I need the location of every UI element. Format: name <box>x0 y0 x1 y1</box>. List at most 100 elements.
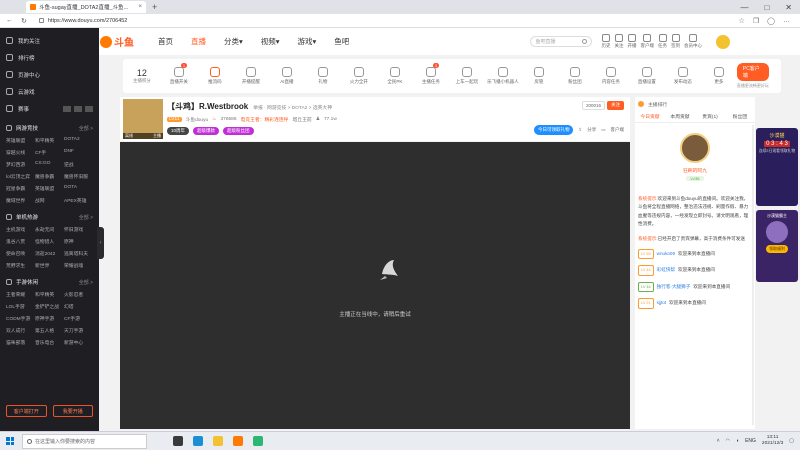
chat-tab[interactable]: 本周贡献 <box>665 111 695 122</box>
share-icon[interactable]: ⇪ <box>578 127 582 133</box>
browser-tab[interactable]: 斗鱼-sugay直播_DOTA2直播_斗鱼... × <box>26 1 146 13</box>
sidebar-category-link[interactable]: lol云顶之弈 <box>6 173 35 180</box>
explorer-icon[interactable] <box>213 436 223 446</box>
sidebar-category-link[interactable]: CF手游 <box>64 315 93 322</box>
back-icon[interactable]: ← <box>6 17 13 25</box>
toolbar-item[interactable]: 乐飞播小机器人 <box>485 67 521 85</box>
profile-icon[interactable]: ◯ <box>767 17 775 25</box>
task-view-icon[interactable] <box>173 436 183 446</box>
follow-button[interactable]: 关注 <box>607 101 624 110</box>
toolbar-item[interactable]: 全民PK <box>377 67 413 85</box>
sidebar-category-link[interactable]: 主机游戏 <box>6 226 35 233</box>
sidebar-collapse-button[interactable]: ‹ <box>97 227 104 259</box>
top-contributor-name[interactable]: 狂刷的阿九 <box>635 167 755 174</box>
refresh-icon[interactable]: ↻ <box>21 17 27 25</box>
chat-username[interactable]: 独行客·大腿狮子 <box>657 283 691 291</box>
sidebar-category-link[interactable]: 逃离塔科夫 <box>64 250 93 257</box>
share-button[interactable]: 分享 <box>587 127 596 133</box>
sidebar-item-cloudgame[interactable]: 云游戏 <box>6 83 93 100</box>
rank-label[interactable]: 主播排行 <box>648 101 667 108</box>
sidebar-category-link[interactable]: 新世界 <box>35 262 64 269</box>
sidebar-category-link[interactable]: CODM手游 <box>6 315 35 322</box>
maximize-button[interactable]: □ <box>764 3 769 12</box>
menu-icon[interactable]: … <box>783 17 790 25</box>
start-stream-button[interactable]: 我要开播 <box>52 405 93 417</box>
pc-client-promo[interactable]: PC客户端 直播更流畅更好玩 <box>736 63 769 89</box>
section-more-link[interactable]: 全部 > <box>79 279 93 286</box>
sidebar-category-link[interactable]: APEX英雄 <box>64 197 93 204</box>
chat-tab[interactable]: 贵宾(1) <box>695 111 725 122</box>
sidebar-category-link[interactable]: 魔域世界 <box>6 197 35 204</box>
sidebar-category-link[interactable]: LOL手游 <box>6 303 35 310</box>
language-indicator[interactable]: ENG <box>745 438 756 444</box>
nav-menu-item[interactable]: 分类▾ <box>224 36 243 47</box>
toolbar-item[interactable]: 房管 <box>521 67 557 85</box>
chat-scrollbar[interactable] <box>752 125 754 425</box>
url-field[interactable]: https://www.douyu.com/2706452 <box>38 18 127 24</box>
video-player[interactable]: 主播正在当线中，请稍后重试 <box>120 142 630 429</box>
taskbar-clock[interactable]: 13:11 2021/12/3 <box>762 435 783 447</box>
open-client-button[interactable]: 客户端打开 <box>6 405 47 417</box>
sidebar-section-title[interactable]: 手游休闲 全部 > <box>0 275 99 288</box>
header-icon-5[interactable]: 签到 <box>671 34 680 49</box>
tag-10th[interactable]: 10周年 <box>167 127 190 135</box>
sidebar-category-link[interactable]: 音乐电台 <box>35 339 64 346</box>
section-more-link[interactable]: 全部 > <box>79 214 93 221</box>
toolbar-item[interactable]: 直播设置 <box>629 67 665 85</box>
header-icon-4[interactable]: 任务 <box>658 34 667 49</box>
sidebar-category-link[interactable]: 英雄联盟 <box>35 185 64 192</box>
douyu-logo[interactable]: 斗鱼 <box>100 34 148 49</box>
sidebar-category-link[interactable]: 原神 <box>64 238 93 245</box>
chat-username[interactable]: sjjtot <box>657 299 666 307</box>
room-breadcrumb[interactable]: 举报 · 网游竞技 > DOTA2 > 选英大神 <box>253 104 332 111</box>
douyu-app-icon[interactable] <box>233 436 243 446</box>
sidebar-category-link[interactable]: 永劫无间 <box>35 226 64 233</box>
sidebar-category-link[interactable]: 鬼谷八荒 <box>6 238 35 245</box>
windows-start-icon[interactable] <box>6 437 14 445</box>
nav-menu-item[interactable]: 首页 <box>158 36 173 47</box>
anchor-name[interactable]: 斗鱼douyu <box>186 116 209 123</box>
app-icon[interactable] <box>253 436 263 446</box>
sidebar-category-link[interactable]: 王者荣耀 <box>6 291 35 298</box>
client-button[interactable]: 客户端 <box>611 127 625 133</box>
toolbar-item[interactable]: 开播提醒 <box>233 67 269 85</box>
sidebar-category-link[interactable]: 第五人格 <box>35 327 64 334</box>
sidebar-category-link[interactable]: 逆战 <box>64 161 93 168</box>
sidebar-section-title[interactable]: 网游竞技 全部 > <box>0 121 99 134</box>
sidebar-category-link[interactable]: DOTA <box>64 185 93 192</box>
promo-countdown[interactable]: 沙漠猫 0 3 : 4 3 连续5日观看领取礼物 <box>756 128 798 206</box>
section-more-link[interactable]: 全部 > <box>79 125 93 132</box>
sidebar-category-link[interactable]: 怀旧游戏 <box>64 226 93 233</box>
sidebar-category-link[interactable]: 怪物猎人 <box>35 238 64 245</box>
sidebar-category-link[interactable]: CS:GO <box>35 161 64 168</box>
header-icon-0[interactable]: 历史 <box>602 34 611 49</box>
close-window-button[interactable]: ✕ <box>785 3 792 12</box>
header-icon-1[interactable]: 关注 <box>615 34 624 49</box>
sidebar-item-follow[interactable]: 我的关注 <box>6 32 93 49</box>
header-icon-2[interactable]: 开播 <box>628 34 637 49</box>
sidebar-category-link[interactable]: 荣耀战魂 <box>64 262 93 269</box>
sidebar-item-webgame[interactable]: 页游中心 <box>6 66 93 83</box>
sidebar-category-link[interactable]: 消逝2042 <box>35 250 64 257</box>
sidebar-category-link[interactable]: 双人成行 <box>6 327 35 334</box>
sidebar-category-link[interactable]: CF手 <box>35 149 64 156</box>
network-icon[interactable]: ◠ <box>726 438 730 444</box>
nav-menu-item[interactable]: 游戏▾ <box>298 36 317 47</box>
notification-icon[interactable]: ▢ <box>789 438 794 444</box>
sidebar-category-link[interactable]: 和平精英 <box>35 137 64 144</box>
sidebar-category-link[interactable]: 原神手游 <box>35 315 64 322</box>
toolbar-item[interactable]: 推流码 <box>197 67 233 85</box>
chat-tab[interactable]: 粉丝团 <box>725 111 755 122</box>
search-icon[interactable] <box>581 39 587 44</box>
toolbar-item[interactable]: AI直播 <box>269 67 305 85</box>
sidebar-category-link[interactable]: 新游中心 <box>64 339 93 346</box>
chat-username[interactable]: 彩虹快帮 <box>657 266 675 274</box>
toolbar-item[interactable]: 发布动态 <box>665 67 701 85</box>
collections-icon[interactable]: ❐ <box>753 17 759 25</box>
sidebar-category-link[interactable]: 天刀手游 <box>64 327 93 334</box>
header-icon-3[interactable]: 客户端 <box>641 34 654 49</box>
user-avatar[interactable] <box>716 34 730 49</box>
sidebar-category-link[interactable]: 荒野求生 <box>6 262 35 269</box>
search-input[interactable]: 鱼吧直播 <box>529 36 592 47</box>
tray-chevron-icon[interactable]: ˄ <box>717 438 720 444</box>
